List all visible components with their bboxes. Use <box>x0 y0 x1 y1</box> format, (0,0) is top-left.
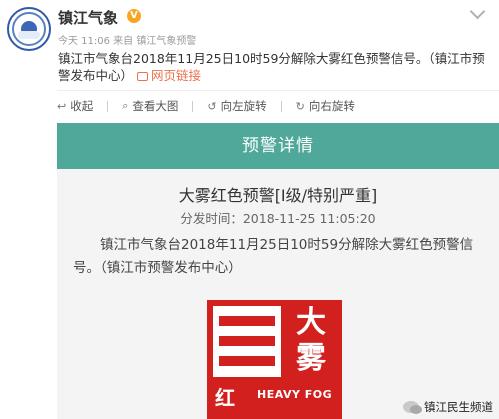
warning-issued-time: 分发时间：2018-11-25 11:05:20 <box>180 211 376 226</box>
rotate-right-button[interactable]: ↻ 向右旋转 <box>296 98 355 114</box>
collapse-label: 收起 <box>70 99 94 113</box>
weather-bureau-avatar[interactable] <box>7 7 51 51</box>
avatar-cloud <box>18 31 40 39</box>
rotate-left-icon: ↺ <box>207 99 217 113</box>
post-meta: 今天 11:06 来自 镇江气象预警 <box>58 36 197 47</box>
post-header: 镇江气象 V 今天 11:06 来自 镇江气象预警 镇江市气象台2018年11月… <box>0 0 499 98</box>
wechat-icon <box>403 401 422 414</box>
fog-char-top: 大 <box>296 305 326 340</box>
verified-icon: V <box>127 9 141 23</box>
warning-title: 大雾红色预警[Ⅰ级/特别严重] <box>178 186 378 205</box>
fog-level-char: 红 <box>215 386 235 410</box>
rotate-left-label: 向左旋转 <box>220 99 267 113</box>
warning-body: 镇江市气象台2018年11月25日10时59分解除大雾红色预警信号。（镇江市预警… <box>73 237 474 276</box>
toolbar-separator <box>280 100 282 112</box>
fog-char-bottom: 雾 <box>296 341 326 376</box>
image-toolbar: ↩ 收起 ⌕ 查看大图 ↺ 向左旋转 ↻ 向右旋转 <box>57 97 499 115</box>
rotate-left-button[interactable]: ↺ 向左旋转 <box>207 98 282 114</box>
toolbar-separator <box>107 100 109 112</box>
web-link[interactable]: 网页链接 <box>137 68 201 83</box>
post-text-main: 镇江市气象台2018年11月25日10时59分解除大雾红色预警信号。（镇江市预警… <box>58 51 485 83</box>
collapse-button[interactable]: ↩ 收起 <box>57 98 109 114</box>
watermark-text: 镇江民生频道 <box>424 400 493 414</box>
fog-stripe <box>219 356 275 366</box>
fog-english-label: HEAVY FOG <box>257 388 333 401</box>
warning-details-header: 预警详情 <box>57 123 499 169</box>
account-name[interactable]: 镇江气象 <box>58 7 118 28</box>
web-link-label: 网页链接 <box>151 68 202 83</box>
divider <box>57 90 499 91</box>
post-text: 镇江市气象台2018年11月25日10时59分解除大雾红色预警信号。（镇江市预警… <box>58 50 488 84</box>
fog-stripe <box>219 316 275 326</box>
view-large-button[interactable]: ⌕ 查看大图 <box>122 98 194 114</box>
fog-stripes-panel <box>213 306 281 377</box>
collapse-icon: ↩ <box>57 99 67 113</box>
rotate-right-icon: ↻ <box>295 99 305 113</box>
link-icon <box>137 72 148 81</box>
fog-stripe <box>219 336 275 346</box>
view-large-label: 查看大图 <box>132 99 179 113</box>
rotate-right-label: 向右旋转 <box>308 99 355 113</box>
warning-image[interactable]: 预警详情 大雾红色预警[Ⅰ级/特别严重] 分发时间：2018-11-25 11:… <box>57 123 499 419</box>
chevron-down-icon[interactable] <box>469 3 486 20</box>
view-large-icon: ⌕ <box>122 99 129 112</box>
heavy-fog-red-warning-icon: 大 雾 红 HEAVY FOG <box>207 300 342 419</box>
toolbar-separator <box>192 100 194 112</box>
watermark: 镇江民生频道 <box>403 399 493 415</box>
